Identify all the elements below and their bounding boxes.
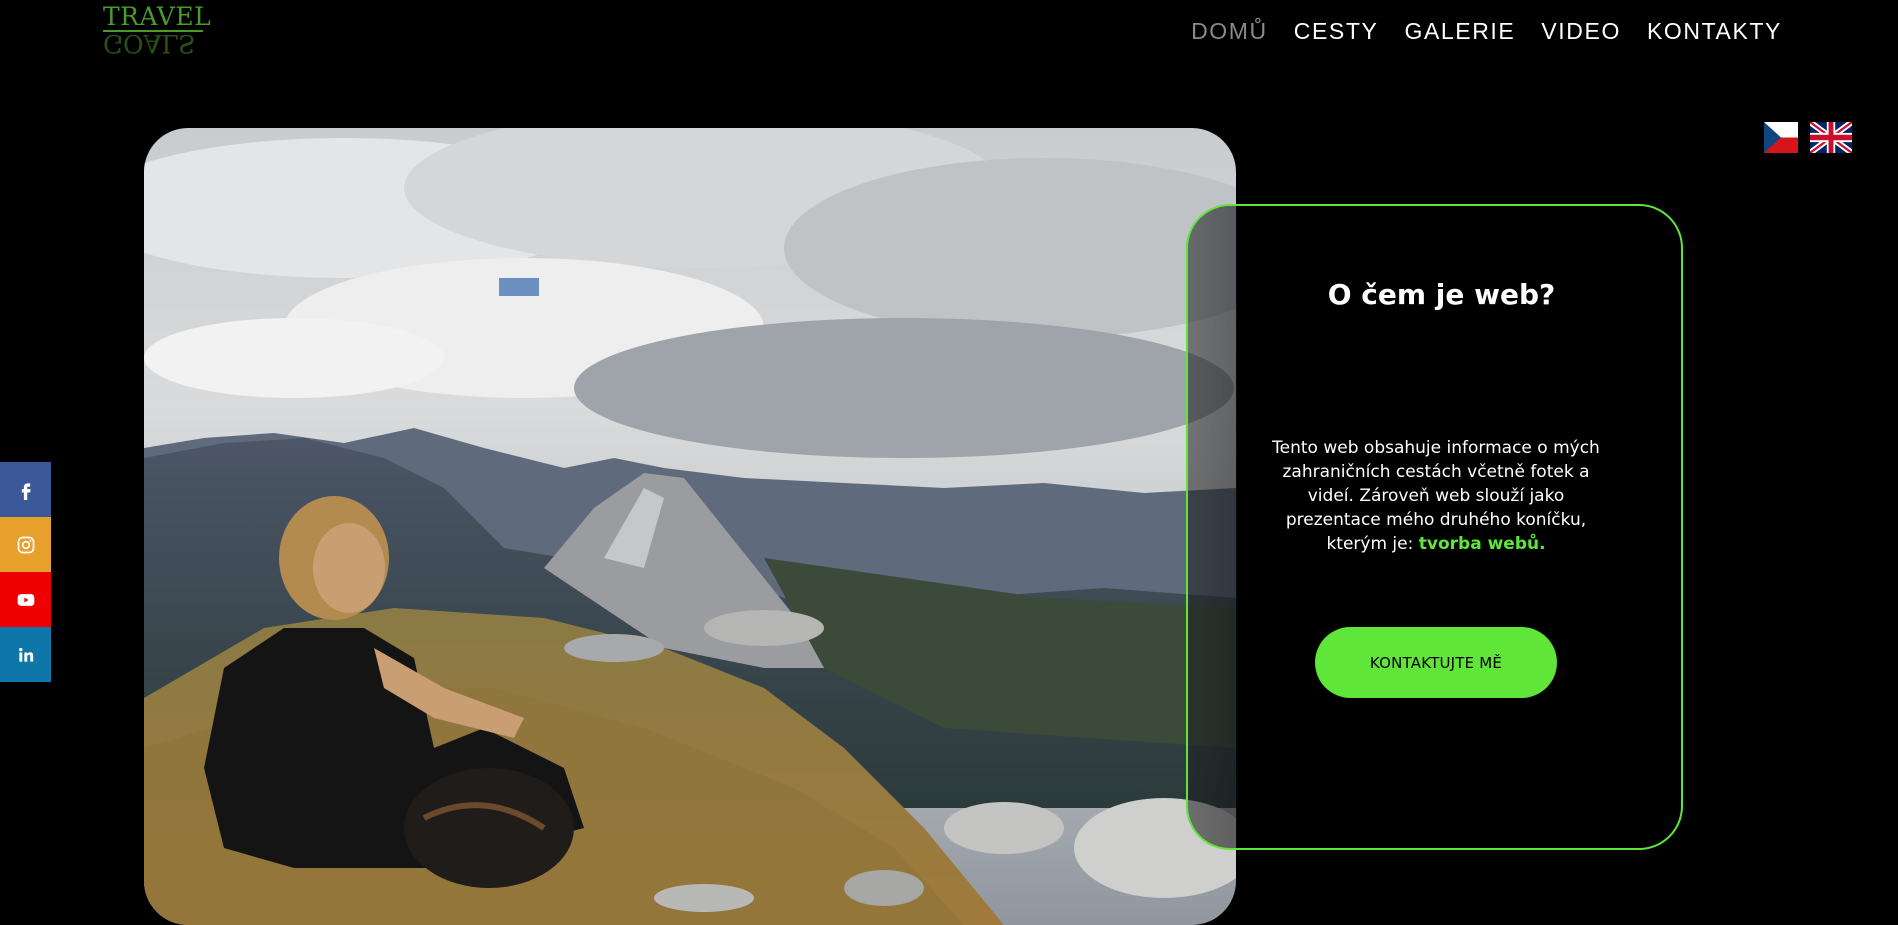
language-switcher <box>1764 122 1852 153</box>
social-sidebar <box>0 462 51 682</box>
hero-photo <box>144 128 1236 925</box>
main-nav: DOMŮ CESTY GALERIE VIDEO KONTAKTY <box>1165 18 1782 45</box>
uk-flag-icon[interactable] <box>1810 122 1852 153</box>
nav-item-galerie[interactable]: GALERIE <box>1404 18 1515 45</box>
facebook-icon <box>21 482 31 500</box>
card-description: Tento web obsahuje informace o mých zahr… <box>1260 436 1612 556</box>
logo-mirror-text: GOALS <box>103 29 196 58</box>
page: TRAVEL GOALS DOMŮ CESTY GALERIE VIDEO KO… <box>0 0 1898 925</box>
instagram-icon <box>17 536 34 553</box>
contact-me-button[interactable]: KONTAKTUJTE MĚ <box>1315 627 1557 698</box>
youtube-icon <box>17 593 34 606</box>
logo-text: TRAVEL <box>103 2 212 31</box>
czech-flag-icon[interactable] <box>1764 122 1798 153</box>
youtube-link[interactable] <box>0 572 51 627</box>
nav-item-domu[interactable]: DOMŮ <box>1191 18 1268 45</box>
linkedin-link[interactable] <box>0 627 51 682</box>
web-design-link[interactable]: tvorba webů. <box>1419 534 1546 554</box>
nav-item-video[interactable]: VIDEO <box>1541 18 1621 45</box>
linkedin-icon <box>18 647 33 662</box>
instagram-link[interactable] <box>0 517 51 572</box>
nav-item-cesty[interactable]: CESTY <box>1294 18 1379 45</box>
nav-item-kontakty[interactable]: KONTAKTY <box>1647 18 1782 45</box>
logo[interactable]: TRAVEL GOALS <box>103 2 213 58</box>
card-title: O čem je web? <box>1327 278 1556 311</box>
facebook-link[interactable] <box>0 462 51 517</box>
about-card: O čem je web? Tento web obsahuje informa… <box>1186 204 1683 850</box>
